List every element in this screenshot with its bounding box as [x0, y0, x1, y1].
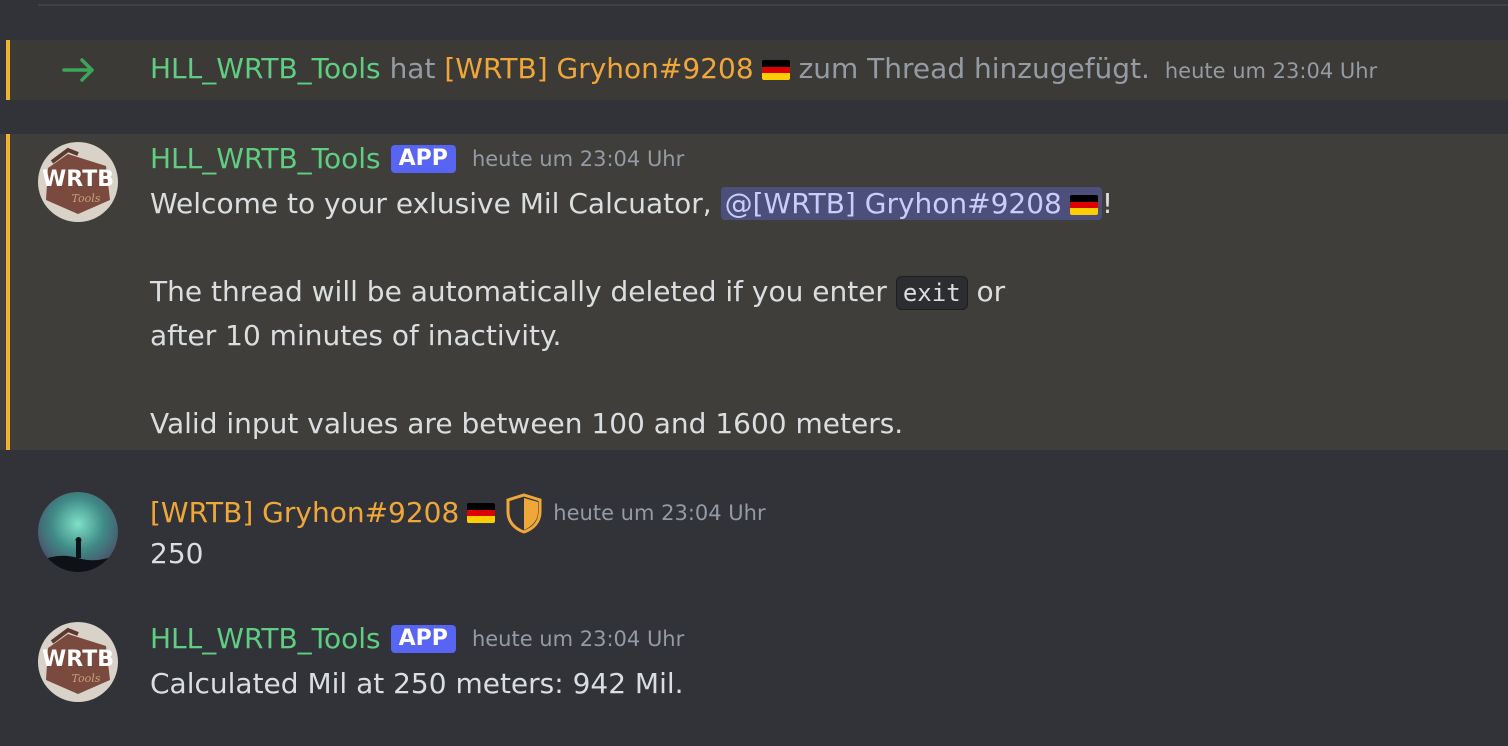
mention-highlight-bar [6, 134, 10, 450]
message-content: 250 [150, 537, 204, 570]
aurora-avatar-icon [38, 492, 118, 572]
text-segment: The thread will be automatically deleted… [150, 275, 896, 308]
system-actor-link[interactable]: HLL_WRTB_Tools [150, 52, 381, 85]
svg-text:WRTB: WRTB [42, 647, 114, 672]
system-message-text: HLL_WRTB_Tools hat [WRTB] Gryhon#9208 zu… [150, 52, 1377, 88]
avatar[interactable]: WRTB Tools [38, 622, 118, 702]
toolbox-logo-icon: WRTB Tools [38, 142, 118, 222]
message-header: HLL_WRTB_Tools APP heute um 23:04 Uhr [150, 142, 684, 176]
app-badge: APP [390, 625, 456, 653]
avatar[interactable] [38, 492, 118, 572]
germany-flag-icon [1069, 195, 1098, 215]
system-suffix: zum Thread hinzugefügt. [798, 52, 1150, 85]
germany-flag-icon [467, 503, 496, 523]
message-timestamp[interactable]: heute um 23:04 Uhr [553, 501, 765, 525]
message-line: Valid input values are between 100 and 1… [150, 407, 904, 440]
text-segment: Welcome to your exlusive Mil Calcuator, [150, 187, 721, 220]
arrow-right-icon [62, 58, 94, 82]
system-message-member-added: HLL_WRTB_Tools hat [WRTB] Gryhon#9208 zu… [6, 40, 1508, 100]
message-line: Welcome to your exlusive Mil Calcuator, … [150, 182, 1113, 226]
shield-icon[interactable] [503, 492, 545, 534]
message-header: [WRTB] Gryhon#9208 heute um 23:04 Uhr [150, 492, 766, 534]
text-segment: ! [1101, 187, 1114, 220]
germany-flag-icon [761, 60, 790, 80]
system-timestamp[interactable]: heute um 23:04 Uhr [1165, 59, 1377, 83]
author-name[interactable]: [WRTB] Gryhon#9208 [150, 496, 459, 530]
message-line: after 10 minutes of inactivity. [150, 319, 562, 352]
message-timestamp[interactable]: heute um 23:04 Uhr [472, 627, 684, 651]
user-mention[interactable]: @[WRTB] Gryhon#9208 [720, 187, 1102, 220]
avatar[interactable]: WRTB Tools [38, 142, 118, 222]
svg-text:Tools: Tools [72, 672, 101, 685]
app-badge: APP [390, 145, 456, 173]
divider [38, 4, 1508, 6]
text-segment: or [967, 275, 1006, 308]
author-name[interactable]: HLL_WRTB_Tools [150, 622, 381, 656]
message-welcome[interactable]: WRTB Tools HLL_WRTB_Tools APP heute um 2… [0, 134, 1508, 450]
inline-code: exit [895, 276, 968, 310]
svg-text:WRTB: WRTB [42, 167, 114, 192]
message-content: Calculated Mil at 250 meters: 942 Mil. [150, 667, 684, 700]
message-timestamp[interactable]: heute um 23:04 Uhr [472, 147, 684, 171]
mention-text: @[WRTB] Gryhon#9208 [724, 187, 1062, 220]
message-header: HLL_WRTB_Tools APP heute um 23:04 Uhr [150, 622, 684, 656]
toolbox-logo-icon: WRTB Tools [38, 622, 118, 702]
message-user-input[interactable]: [WRTB] Gryhon#9208 heute um 23:04 Uhr 25… [0, 484, 1508, 584]
system-target-link[interactable]: [WRTB] Gryhon#9208 [444, 52, 753, 85]
message-result[interactable]: WRTB Tools HLL_WRTB_Tools APP heute um 2… [0, 614, 1508, 724]
author-name[interactable]: HLL_WRTB_Tools [150, 142, 381, 176]
system-verb: hat [389, 52, 436, 85]
svg-text:Tools: Tools [72, 192, 101, 205]
message-line: The thread will be automatically deleted… [150, 270, 1005, 315]
